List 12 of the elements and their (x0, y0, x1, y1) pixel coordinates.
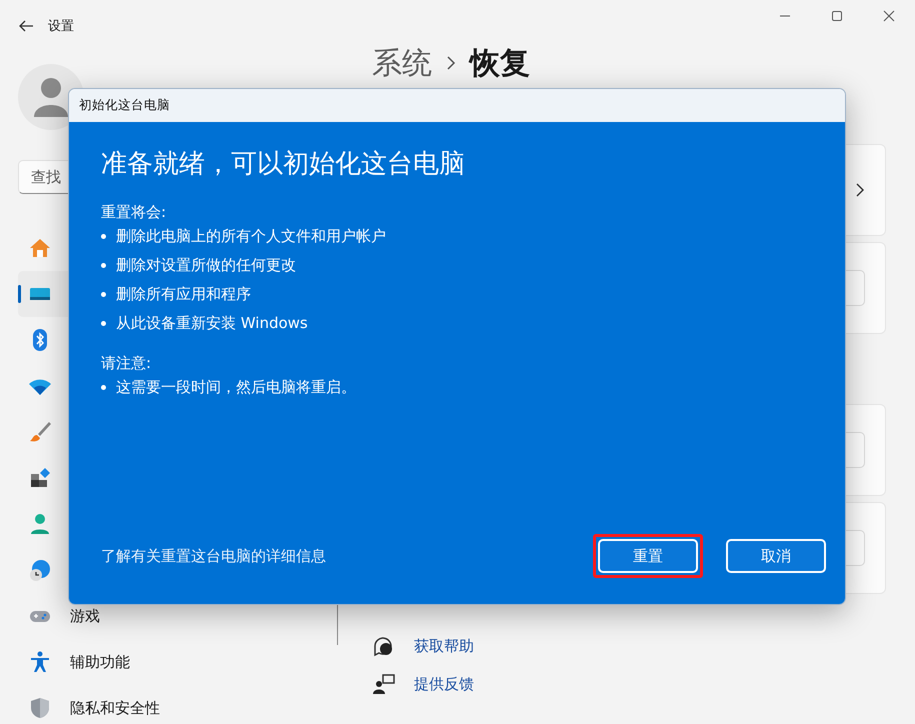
bullet-text: 删除对设置所做的任何更改 (116, 256, 296, 275)
section-label: 请注意: (101, 354, 152, 373)
bullet-text: 删除此电脑上的所有个人文件和用户帐户 (116, 227, 386, 246)
bullet-text: 删除所有应用和程序 (116, 285, 251, 304)
breadcrumb-item: 系统 (372, 44, 432, 82)
dialog-heading: 准备就绪，可以初始化这台电脑 (101, 148, 466, 181)
dialog-title: 初始化这台电脑 (69, 89, 845, 122)
section-label: 重置将会: (101, 203, 168, 222)
bullet-text: 从此设备重新安装 Windows (116, 314, 308, 333)
window-title: 设置 (48, 18, 74, 35)
breadcrumb-item: 恢复 (470, 44, 530, 82)
bullet-text: 这需要一段时间，然后电脑将重启。 (116, 378, 356, 397)
